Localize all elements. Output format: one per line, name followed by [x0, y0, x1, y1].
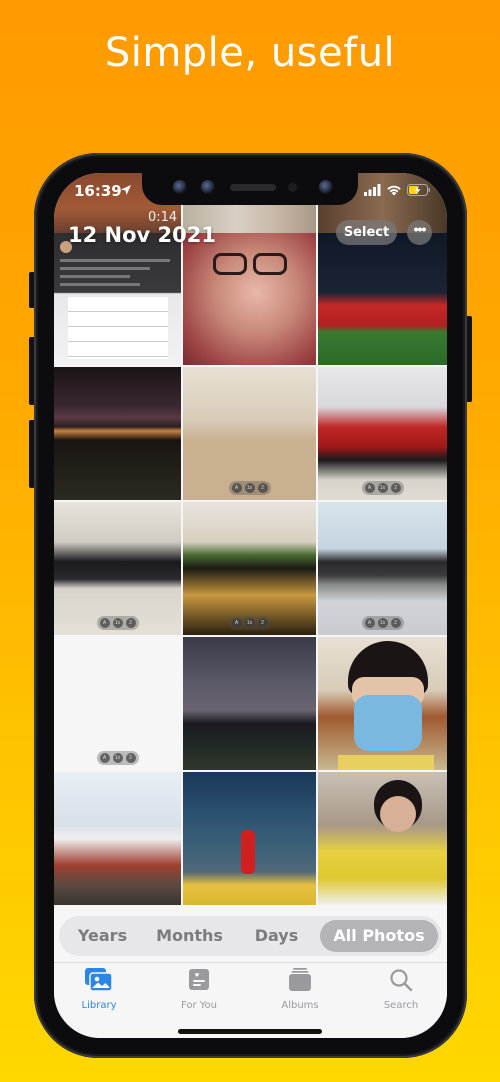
segment-days[interactable]: Days — [233, 920, 320, 952]
photo-girl-glasses[interactable] — [183, 233, 316, 365]
photo-library-icon — [85, 968, 113, 992]
photo-koi-pond[interactable]: A 1x 2 — [183, 502, 316, 635]
status-indicators — [364, 184, 431, 196]
proximity-sensor — [288, 183, 297, 192]
headline: Simple, useful — [104, 30, 396, 76]
tab-albums[interactable]: Albums — [260, 967, 340, 1011]
front-camera-icon — [319, 180, 333, 194]
photo-football-team[interactable] — [318, 233, 447, 365]
location-arrow-icon — [121, 185, 131, 195]
camera-lens-icon — [201, 180, 215, 194]
live-photo-badges: A 1x 2 — [96, 751, 139, 765]
photo-boy-mask[interactable] — [318, 637, 447, 770]
photo-city-street[interactable] — [54, 772, 181, 905]
ellipsis-icon: ••• — [413, 221, 427, 237]
photo-christmas-decor[interactable] — [183, 772, 316, 905]
segment-years[interactable]: Years — [59, 920, 146, 952]
status-bar: 16:39 — [54, 173, 447, 211]
photo-building-statue[interactable]: A 1x 2 — [54, 637, 181, 770]
tab-for-you-label: For You — [180, 1000, 218, 1011]
photo-night-road[interactable] — [183, 637, 316, 770]
photo-red-car-showroom[interactable]: A 1x 2 — [318, 367, 447, 500]
live-photo-badges: A 1x 2 — [361, 481, 404, 495]
tab-library-label: Library — [81, 1000, 117, 1011]
more-options-button[interactable]: ••• — [407, 220, 432, 245]
albums-icon — [289, 968, 311, 991]
phone-screen: 0:14 A 1x 2 A 1x 2 A 1x 2 A 1x 2 A 1x 2 … — [54, 173, 447, 1038]
tab-search[interactable]: Search — [361, 967, 441, 1011]
view-segmented-control: Years Months Days All Photos — [59, 916, 442, 956]
wifi-icon — [387, 185, 401, 196]
for-you-icon — [189, 969, 209, 990]
date-title: 12 Nov 2021 — [68, 223, 216, 247]
tab-library[interactable]: Library — [59, 967, 139, 1011]
camera-lens-icon — [173, 180, 187, 194]
live-photo-badges: A 1x 2 — [228, 481, 271, 495]
photo-girl-yellow[interactable] — [318, 772, 447, 905]
tab-search-label: Search — [383, 1000, 419, 1011]
live-photo-badges: A 1x 2 — [361, 616, 404, 630]
notch — [142, 173, 358, 205]
battery-charging-icon — [407, 184, 430, 196]
live-photo-badges: A 1x 2 — [96, 616, 139, 630]
home-indicator[interactable] — [178, 1029, 322, 1034]
tab-bar: Library For You Albums Search — [54, 962, 447, 1038]
live-photo-badges: A 1x 2 — [228, 616, 271, 630]
earpiece-speaker — [230, 184, 276, 191]
segment-all-photos[interactable]: All Photos — [320, 920, 438, 952]
search-icon — [390, 969, 413, 992]
photo-black-car-mall[interactable]: A 1x 2 — [54, 502, 181, 635]
photo-chat-screenshot[interactable] — [54, 233, 181, 365]
photo-city-night[interactable] — [54, 367, 181, 500]
select-button[interactable]: Select — [336, 220, 397, 245]
tab-albums-label: Albums — [281, 1000, 319, 1011]
tab-for-you[interactable]: For You — [159, 967, 239, 1011]
segment-months[interactable]: Months — [146, 920, 233, 952]
status-time: 16:39 — [74, 182, 122, 200]
cellular-signal-icon — [364, 184, 381, 196]
photo-horse-statue[interactable]: A 1x 2 — [318, 502, 447, 635]
photo-mall-corridor[interactable]: A 1x 2 — [183, 367, 316, 500]
